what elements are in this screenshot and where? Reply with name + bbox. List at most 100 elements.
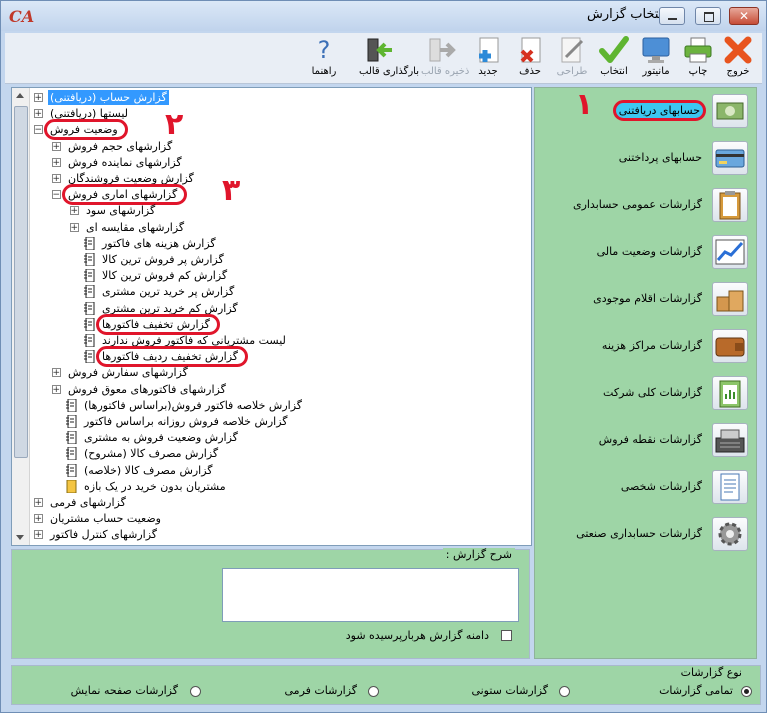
delete-button[interactable]: حذف bbox=[509, 35, 551, 83]
monitor-icon bbox=[640, 35, 672, 65]
expand-icon[interactable]: + bbox=[34, 109, 43, 119]
tree-node-label[interactable]: گزارشهای فرمی bbox=[48, 495, 128, 510]
report-doc-icon bbox=[84, 268, 95, 283]
clipboard-icon bbox=[712, 188, 748, 222]
radio-columnar-reports[interactable] bbox=[559, 686, 570, 697]
category-c9[interactable]: گزارشات شخصی bbox=[535, 466, 756, 510]
description-textbox[interactable] bbox=[222, 568, 519, 622]
report-doc-icon bbox=[66, 446, 77, 461]
tree-node-label[interactable]: گزارشهای سفارش فروش bbox=[66, 365, 190, 380]
tree-node-label[interactable]: گزارشهای سود bbox=[84, 203, 157, 218]
credit-card-icon bbox=[712, 141, 748, 175]
tree-node-label[interactable]: گزارشهای نماینده فروش bbox=[66, 155, 184, 170]
report-doc-icon bbox=[84, 236, 95, 251]
print-button[interactable]: چاپ bbox=[677, 35, 719, 83]
category-label: گزارشات نقطه فروش bbox=[598, 433, 702, 446]
category-panel: ۱ حسابهای دریافتنی حسابهای پرداختنی گزارشا… bbox=[534, 87, 757, 659]
expand-icon[interactable]: + bbox=[52, 368, 61, 378]
scroll-thumb[interactable] bbox=[14, 106, 28, 458]
exit-x-icon bbox=[722, 35, 754, 65]
report-tree[interactable]: + گزارش حساب (دریافتنی) + لیستها (دریافتنی)… bbox=[11, 87, 532, 546]
ask-range-checkbox[interactable] bbox=[501, 630, 512, 641]
tree-node-label[interactable]: گزارشهای مقایسه ای bbox=[84, 220, 186, 235]
app-logo: CA bbox=[9, 7, 35, 26]
monitor-button[interactable]: مانیتور bbox=[635, 35, 677, 83]
design-button[interactable]: طراحی bbox=[551, 35, 593, 83]
chart-icon bbox=[712, 235, 748, 269]
minimize-button[interactable] bbox=[659, 7, 685, 25]
collapse-icon[interactable]: − bbox=[34, 125, 43, 135]
load-template-button[interactable]: بارگذاری قالب bbox=[359, 35, 419, 83]
radio-all-reports[interactable] bbox=[741, 686, 752, 697]
select-button[interactable]: انتخاب bbox=[593, 35, 635, 83]
expand-icon[interactable]: + bbox=[52, 174, 61, 184]
close-button[interactable]: ✕ bbox=[729, 7, 759, 25]
print-label: چاپ bbox=[688, 66, 708, 77]
exit-button[interactable]: خروج bbox=[717, 35, 759, 83]
report-doc-icon bbox=[84, 333, 95, 348]
help-button[interactable]: ? راهنما bbox=[303, 35, 345, 83]
expand-icon[interactable]: + bbox=[34, 498, 43, 508]
category-c3[interactable]: گزارشات عمومی حسابداری bbox=[535, 184, 756, 228]
expand-icon[interactable]: + bbox=[34, 530, 43, 540]
radio-screen-reports[interactable] bbox=[190, 686, 201, 697]
tree-node-label[interactable]: گزارش مصرف کالا (خلاصه) bbox=[82, 463, 215, 478]
save-template-icon bbox=[426, 35, 458, 65]
tree-scrollbar[interactable] bbox=[12, 88, 30, 545]
money-icon bbox=[712, 94, 748, 128]
select-label: انتخاب bbox=[600, 66, 628, 77]
expand-icon[interactable]: + bbox=[70, 206, 79, 216]
monitor-label: مانیتور bbox=[642, 66, 670, 77]
report-doc-icon bbox=[84, 349, 95, 364]
category-c2[interactable]: حسابهای پرداختنی bbox=[535, 137, 756, 181]
category-c4[interactable]: گزارشات وضعیت مالی bbox=[535, 231, 756, 275]
tree-node-label[interactable]: گزارشهای فاکتورهای معوق فروش bbox=[66, 382, 228, 397]
expand-icon[interactable]: + bbox=[52, 141, 61, 151]
maximize-button[interactable] bbox=[695, 7, 721, 25]
tree-node-label[interactable]: گزارش پر فروش ترین کالا bbox=[100, 252, 226, 267]
category-c8[interactable]: گزارشات نقطه فروش bbox=[535, 419, 756, 463]
category-c1[interactable]: حسابهای دریافتنی bbox=[535, 90, 756, 134]
new-doc-icon bbox=[472, 35, 504, 65]
category-c5[interactable]: گزارشات اقلام موجودی bbox=[535, 278, 756, 322]
tree-node-label[interactable]: وضعیت حساب مشتریان bbox=[48, 511, 163, 526]
report-description-group: شرح گزارش : دامنه گزارش هربارپرسیده شود bbox=[11, 548, 530, 659]
document-icon bbox=[712, 470, 748, 504]
tree-node-label[interactable]: گزارش حساب (دریافتنی) bbox=[48, 90, 169, 105]
category-label: گزارشات شخصی bbox=[620, 480, 702, 493]
tree-node-label[interactable]: گزارشهای کنترل فاکتور bbox=[48, 527, 159, 542]
expand-icon[interactable]: + bbox=[34, 93, 43, 103]
checkmark-icon bbox=[598, 35, 630, 65]
tree-node-label[interactable]: گزارش خلاصه فروش روزانه براساس فاکتور bbox=[82, 414, 290, 429]
tree-node-label[interactable]: گزارش وضعیت فروش به مشتری bbox=[82, 430, 240, 445]
toolbar: خروج چاپ مانیتور انتخاب طراحی حذف جدید ذ… bbox=[5, 33, 762, 84]
tree-node-label[interactable]: گزارش هزینه های فاکتور bbox=[100, 236, 218, 251]
radio-form-reports[interactable] bbox=[368, 686, 379, 697]
tree-node-label[interactable]: گزارش کم فروش ترین کالا bbox=[100, 268, 229, 283]
new-button[interactable]: جدید bbox=[467, 35, 509, 83]
tree-node-label[interactable]: مشتریان بدون خرید در یک بازه bbox=[82, 479, 228, 494]
collapse-icon[interactable]: − bbox=[52, 190, 61, 200]
annotation-number-two: ۲ bbox=[165, 107, 184, 142]
wallet-icon bbox=[712, 329, 748, 363]
scroll-up-arrow[interactable] bbox=[16, 93, 24, 98]
tree-node-label[interactable]: گزارش پر خرید ترین مشتری bbox=[100, 284, 236, 299]
category-c6[interactable]: گزارشات مراکز هزینه bbox=[535, 325, 756, 369]
tree-node-label[interactable]: گزارشهای دفتر تفصیل اول دریافتنی bbox=[48, 544, 215, 546]
save-template-button[interactable]: ذخیره قالب bbox=[421, 35, 469, 83]
scroll-down-arrow[interactable] bbox=[16, 535, 24, 540]
tree-node-label[interactable]: گزارش خلاصه فاکتور فروش(براساس فاکتورها) bbox=[82, 398, 304, 413]
expand-icon[interactable]: + bbox=[34, 514, 43, 524]
radio-form-reports-label: گزارشات فرمی bbox=[284, 684, 357, 697]
expand-icon[interactable]: + bbox=[52, 157, 61, 167]
report-selection-window: CA انتخاب گزارش ✕ خروج چاپ مانیتور انتخا… bbox=[0, 0, 767, 713]
expand-icon[interactable]: + bbox=[52, 384, 61, 394]
category-c7[interactable]: گزارشات کلی شرکت bbox=[535, 372, 756, 416]
tree-node-label[interactable]: گزارش مصرف کالا (مشروح) bbox=[82, 446, 220, 461]
design-label: طراحی bbox=[556, 66, 588, 77]
help-icon: ? bbox=[317, 36, 331, 64]
expand-icon[interactable]: + bbox=[70, 222, 79, 232]
tree-node-label[interactable]: گزارشهای حجم فروش bbox=[66, 139, 174, 154]
category-label: گزارشات وضعیت مالی bbox=[596, 245, 702, 258]
category-c10[interactable]: گزارشات حسابداری صنعتی bbox=[535, 513, 756, 557]
